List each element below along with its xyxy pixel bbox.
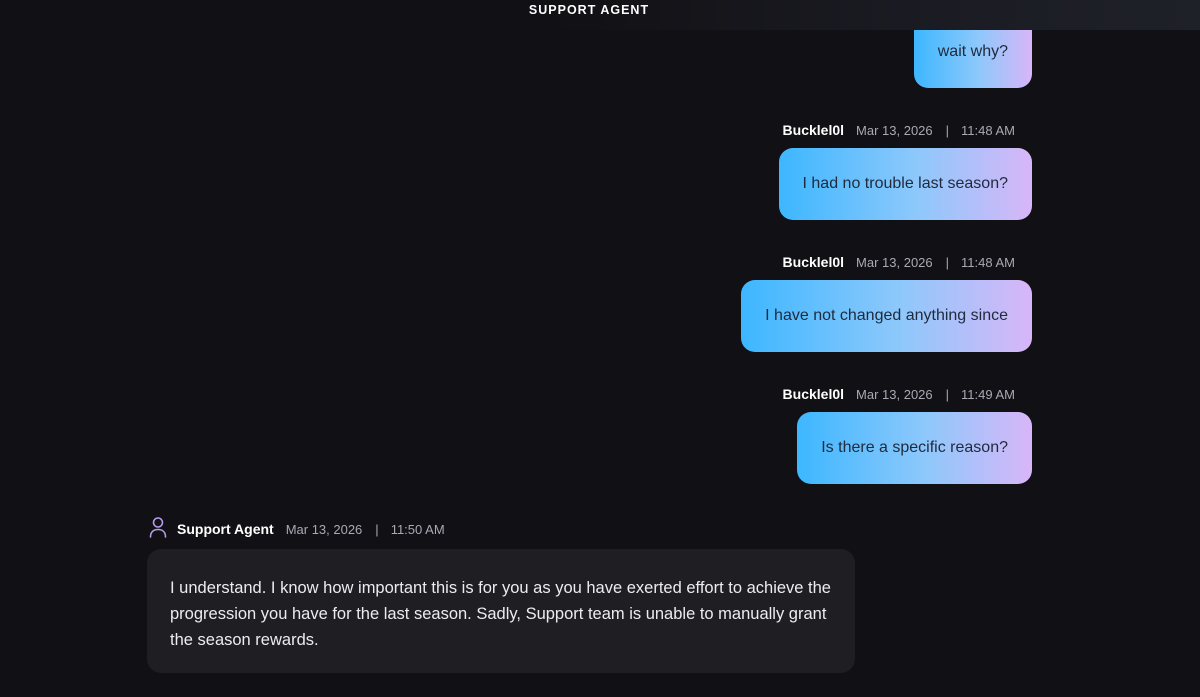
message-date: Mar 13, 2026 bbox=[285, 521, 363, 537]
sender-name: Support Agent bbox=[177, 521, 274, 537]
chat-window: SUPPORT AGENT wait why? Bucklel0l Mar 13… bbox=[0, 0, 1200, 697]
message-meta: Support Agent Mar 13, 2026 | 11:50 AM bbox=[177, 520, 445, 538]
message-meta: Bucklel0l Mar 13, 2026 | 11:49 AM bbox=[783, 385, 1015, 403]
message-bubble-agent: I understand. I know how important this … bbox=[147, 549, 855, 673]
sender-name: Bucklel0l bbox=[782, 386, 845, 402]
message-time: 11:48 AM bbox=[961, 254, 1015, 270]
message-bubble-user: I have not changed anything since bbox=[741, 280, 1032, 352]
sender-name: Bucklel0l bbox=[782, 122, 845, 138]
message-time: 11:50 AM bbox=[390, 521, 445, 537]
message-meta: Bucklel0l Mar 13, 2026 | 11:48 AM bbox=[783, 253, 1015, 271]
message-bubble-user: I had no trouble last season? bbox=[778, 148, 1032, 220]
message-date: Mar 13, 2026 bbox=[856, 122, 933, 138]
message-time: 11:49 AM bbox=[961, 386, 1015, 402]
sender-name: Bucklel0l bbox=[782, 254, 845, 270]
message-bubble-user: Is there a specific reason? bbox=[797, 412, 1032, 484]
meta-separator: | bbox=[945, 386, 950, 402]
message-meta: Bucklel0l Mar 13, 2026 | 11:48 AM bbox=[783, 121, 1015, 139]
meta-separator: | bbox=[945, 254, 950, 270]
message-time: 11:48 AM bbox=[961, 122, 1015, 138]
user-icon bbox=[149, 517, 167, 538]
message-date: Mar 13, 2026 bbox=[856, 386, 933, 402]
meta-separator: | bbox=[945, 122, 950, 138]
chat-title: SUPPORT AGENT bbox=[528, 3, 650, 17]
meta-separator: | bbox=[375, 521, 379, 537]
message-date: Mar 13, 2026 bbox=[856, 254, 933, 270]
chat-header: SUPPORT AGENT bbox=[0, 0, 1200, 30]
